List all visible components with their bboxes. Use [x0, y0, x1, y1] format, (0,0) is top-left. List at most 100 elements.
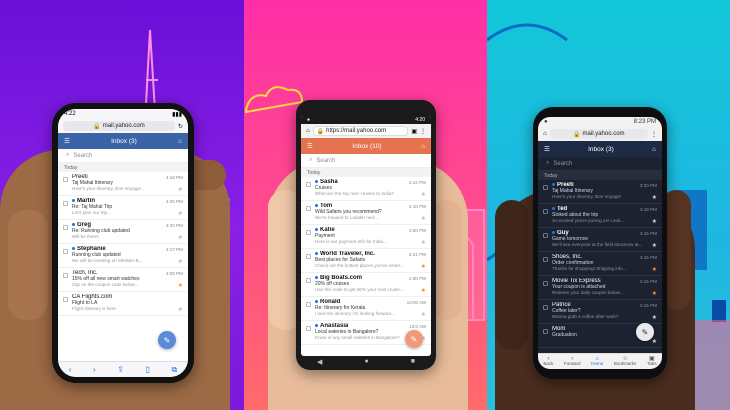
- home-icon[interactable]: ⌂: [306, 128, 310, 134]
- checkbox[interactable]: [543, 233, 548, 238]
- star-icon[interactable]: ★: [178, 210, 183, 217]
- menu-icon[interactable]: ☰: [64, 137, 70, 145]
- star-icon[interactable]: ★: [652, 314, 657, 321]
- checkbox[interactable]: [306, 302, 311, 307]
- url-field[interactable]: 🔒 mail.yahoo.com: [63, 121, 175, 131]
- nav-recents-icon[interactable]: ■: [411, 358, 415, 366]
- checkbox[interactable]: [63, 273, 68, 278]
- list-item[interactable]: Tech, Inc. 3:00 PM 15% off all new smart w…: [58, 268, 188, 292]
- list-item[interactable]: Stephanie 3:17 PM Running club updated We w…: [58, 244, 188, 268]
- toolbar-tabs[interactable]: ▣ Tabs: [647, 356, 657, 368]
- url-field[interactable]: 🔒 https://mail.yahoo.com: [312, 126, 409, 136]
- checkbox[interactable]: [543, 209, 548, 214]
- message-body: Martin 3:25 PM Re: Taj Mahal Trip Let's pla…: [72, 198, 183, 217]
- nav-back-icon[interactable]: ◀: [317, 358, 322, 366]
- home-icon[interactable]: ⌂: [421, 143, 425, 150]
- star-icon[interactable]: ★: [421, 263, 426, 270]
- list-item[interactable]: Movie Tix Express 2:15 PM Your coupon is a…: [538, 276, 662, 300]
- tabs-icon[interactable]: ▣: [411, 128, 417, 135]
- home-icon[interactable]: ⌂: [543, 131, 547, 137]
- list-item[interactable]: Shoes, Inc. 3:15 PM Order confirmation Than…: [538, 252, 662, 276]
- checkbox[interactable]: [306, 182, 311, 187]
- checkbox[interactable]: [306, 206, 311, 211]
- browser-url-bar[interactable]: 🔒 mail.yahoo.com ↻: [58, 119, 188, 133]
- menu-icon[interactable]: ☰: [307, 142, 313, 150]
- list-item[interactable]: Patrice 2:15 PM Coffee later? Wanna grab a …: [538, 300, 662, 324]
- checkbox[interactable]: [306, 278, 311, 283]
- checkbox[interactable]: [306, 230, 311, 235]
- star-icon[interactable]: ★: [652, 266, 657, 273]
- search-bar[interactable]: ⌕ Search: [538, 157, 662, 171]
- star-icon[interactable]: ★: [652, 242, 657, 249]
- search-bar[interactable]: ⌕ Search: [301, 154, 431, 168]
- preview-text: Wanna grab a coffee after work?: [552, 314, 619, 319]
- star-icon[interactable]: ★: [421, 215, 426, 222]
- star-icon[interactable]: ★: [178, 258, 183, 265]
- overflow-menu-icon[interactable]: ⋮: [651, 131, 657, 138]
- star-icon[interactable]: ★: [178, 282, 183, 289]
- checkbox[interactable]: [543, 185, 548, 190]
- toolbar-back[interactable]: ‹ Back: [543, 356, 553, 368]
- list-item[interactable]: Tom 4:10 PM Wild Safaris you recommend? We'…: [301, 201, 431, 225]
- toolbar-forward[interactable]: › Forward: [564, 356, 581, 368]
- checkbox[interactable]: [543, 329, 548, 334]
- star-icon[interactable]: ★: [652, 338, 657, 345]
- notification-icon: ●: [307, 117, 311, 123]
- list-item[interactable]: Guy 3:15 PM Game tomorrow We'll see everyon…: [538, 228, 662, 252]
- star-icon[interactable]: ★: [652, 218, 657, 225]
- star-icon[interactable]: ★: [178, 234, 183, 241]
- checkbox[interactable]: [63, 297, 68, 302]
- star-icon[interactable]: ★: [421, 287, 426, 294]
- inbox-title[interactable]: Inbox (3): [111, 138, 137, 145]
- reload-icon[interactable]: ↻: [178, 123, 183, 130]
- overflow-menu-icon[interactable]: ⋮: [420, 128, 426, 135]
- star-icon[interactable]: ★: [178, 306, 183, 313]
- forward-icon[interactable]: ›: [93, 365, 96, 374]
- star-icon[interactable]: ★: [652, 290, 657, 297]
- compose-button[interactable]: ✎: [405, 330, 423, 348]
- browser-url-bar[interactable]: ⌂ 🔒 https://mail.yahoo.com ▣ ⋮: [301, 124, 431, 138]
- home-icon[interactable]: ⌂: [178, 138, 182, 145]
- url-field[interactable]: 🔒 mail.yahoo.com: [549, 129, 648, 139]
- list-item[interactable]: World Traveler, Inc. 3:01 PM Best places f…: [301, 249, 431, 273]
- checkbox[interactable]: [63, 249, 68, 254]
- compose-button[interactable]: ✎: [158, 331, 176, 349]
- browser-url-bar[interactable]: ⌂ 🔒 mail.yahoo.com ⋮: [538, 127, 662, 141]
- star-icon[interactable]: ★: [421, 191, 426, 198]
- list-item[interactable]: Sasha 4:12 PM Cruises What are the top rive…: [301, 177, 431, 201]
- list-item[interactable]: Big Boats.com 2:00 PM 20% off cruises Use t…: [301, 273, 431, 297]
- home-icon[interactable]: ⌂: [652, 146, 656, 153]
- checkbox[interactable]: [543, 281, 548, 286]
- share-icon[interactable]: ⇪: [117, 365, 124, 374]
- list-item[interactable]: Katie 3:50 PM Payment Here is our payment i…: [301, 225, 431, 249]
- checkbox[interactable]: [63, 177, 68, 182]
- inbox-title[interactable]: Inbox (10): [352, 143, 381, 150]
- checkbox[interactable]: [63, 201, 68, 206]
- checkbox[interactable]: [543, 257, 548, 262]
- menu-icon[interactable]: ☰: [544, 145, 550, 153]
- bookmarks-icon[interactable]: ▯: [146, 365, 150, 374]
- star-icon[interactable]: ★: [421, 311, 426, 318]
- star-icon[interactable]: ★: [421, 239, 426, 246]
- star-icon[interactable]: ★: [178, 186, 183, 193]
- checkbox[interactable]: [63, 225, 68, 230]
- nav-home-icon[interactable]: ●: [364, 358, 368, 366]
- checkbox[interactable]: [306, 326, 311, 331]
- back-icon[interactable]: ‹: [69, 365, 72, 374]
- inbox-title[interactable]: Inbox (3): [588, 146, 614, 153]
- checkbox[interactable]: [306, 254, 311, 259]
- list-item[interactable]: Martin 3:25 PM Re: Taj Mahal Trip Let's pla…: [58, 196, 188, 220]
- list-item[interactable]: CA Flights.com Flight to LA Flight itinera…: [58, 292, 188, 316]
- compose-button[interactable]: ✎: [636, 323, 654, 341]
- list-item[interactable]: Ronald 10:00 AM Re: Itinerary for Kerala I …: [301, 297, 431, 321]
- list-item[interactable]: Greg 3:20 PM Re: Running club updated Will …: [58, 220, 188, 244]
- list-item[interactable]: Preeti 4:18 PM Taj Mahal Itinerary Here's y…: [58, 172, 188, 196]
- toolbar-home[interactable]: ⌂ Home: [591, 356, 603, 368]
- search-bar[interactable]: ⌕ Search: [58, 149, 188, 163]
- list-item[interactable]: Preeti 3:20 PM Taj Mahal Itinerary Here's y…: [538, 180, 662, 204]
- tabs-icon[interactable]: ⧉: [171, 365, 177, 375]
- toolbar-bookmarks[interactable]: ☆ Bookmarks: [614, 356, 637, 368]
- list-item[interactable]: Ted 3:18 PM Stoked about the trip So excite…: [538, 204, 662, 228]
- checkbox[interactable]: [543, 305, 548, 310]
- star-icon[interactable]: ★: [652, 194, 657, 201]
